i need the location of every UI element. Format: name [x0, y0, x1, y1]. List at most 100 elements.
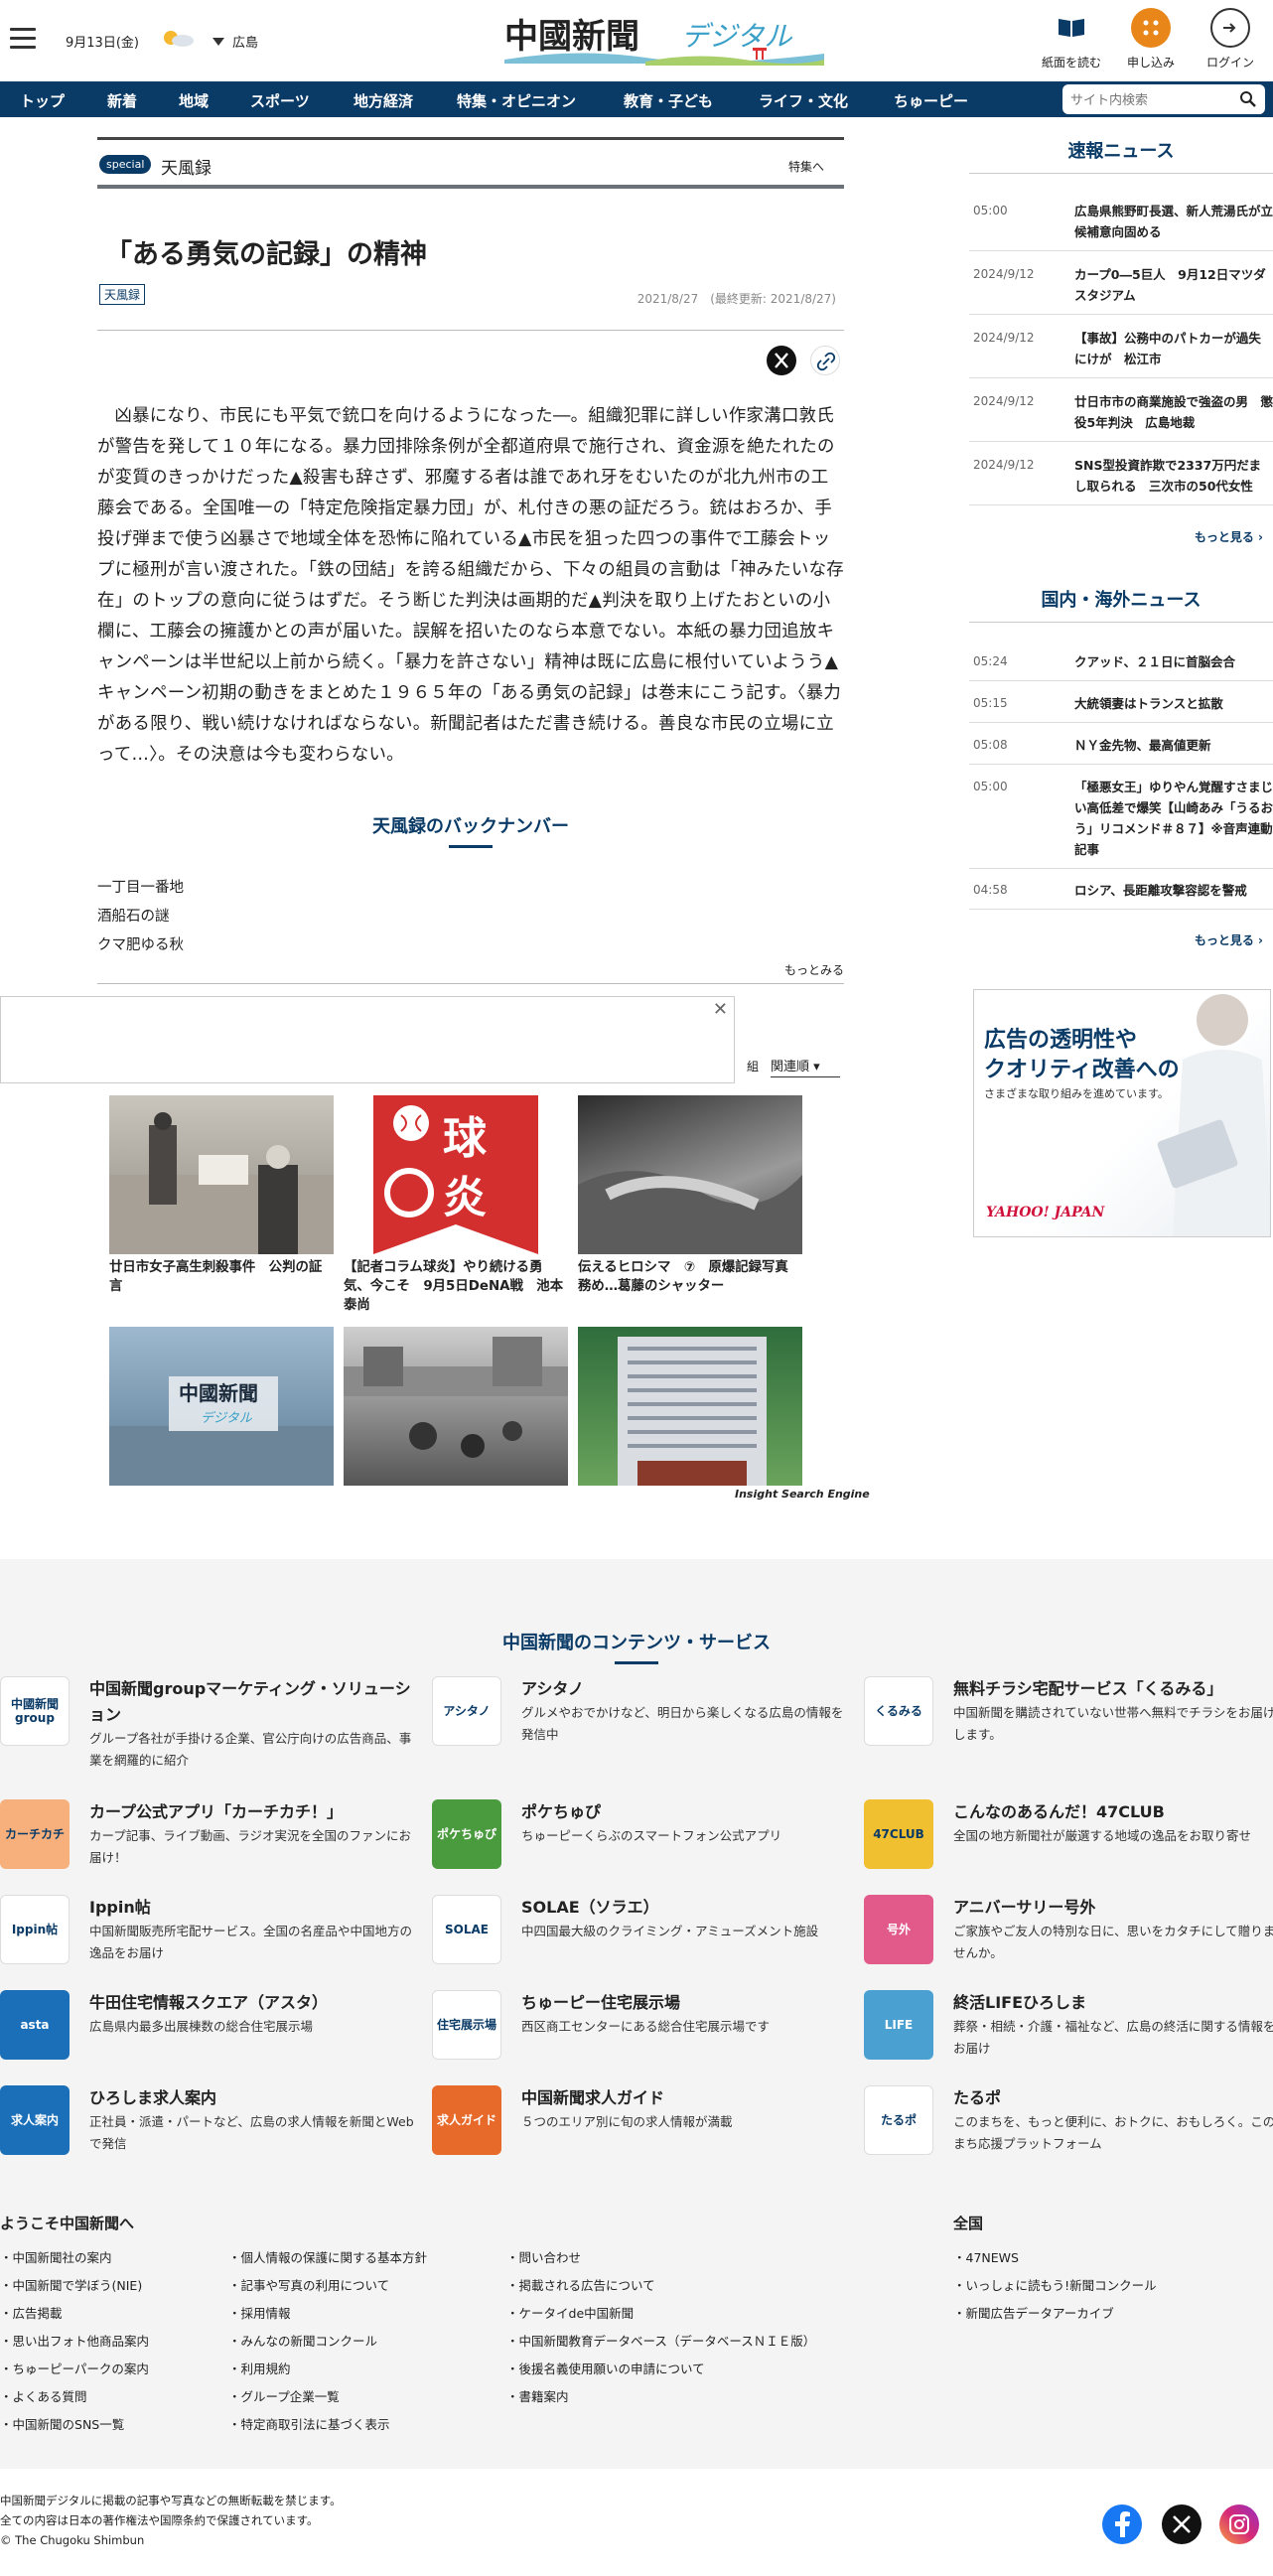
service-item[interactable]: 号外 アニバーサリー号外 ご家族やご友人の特別な日に、思いをカタチにして贈りませんか…: [864, 1895, 1273, 1964]
related-card[interactable]: 中國新聞 デジタル: [109, 1327, 334, 1490]
news-item[interactable]: 05:00 広島県熊野町長選、新人荒湯氏が立候補意向固める: [969, 201, 1273, 251]
menu-icon[interactable]: [10, 28, 36, 50]
breaking-more-link[interactable]: もっと見る ›: [1195, 528, 1263, 545]
footer-link[interactable]: 新聞広告データアーカイブ: [953, 2300, 1157, 2328]
sort-select[interactable]: 関連順 ▾: [771, 1056, 840, 1077]
footer-link[interactable]: 利用規約: [228, 2356, 427, 2383]
footer-link[interactable]: いっしょに読もう!新聞コンクール: [953, 2272, 1157, 2300]
related-card[interactable]: 伝えるヒロシマ ⑦ 原爆記録写真 務め…葛藤のシャッター: [578, 1095, 802, 1296]
world-more-link[interactable]: もっと見る ›: [1195, 931, 1263, 948]
x-icon[interactable]: [1162, 2504, 1202, 2544]
news-item[interactable]: 2024/9/12 SNS型投資詐欺で2337万円だまし取られる 三次市の50代女…: [969, 455, 1273, 505]
footer-link[interactable]: 中国新聞で学ぼう(NIE): [0, 2272, 149, 2300]
search-input[interactable]: [1070, 89, 1229, 109]
backnumber-item[interactable]: 一丁目一番地: [97, 874, 184, 903]
service-item[interactable]: カーチカチ カープ公式アプリ「カーチカチ！」 カープ記事、ライブ動画、ラジオ実況を全…: [0, 1799, 417, 1869]
global-nav: トップ 新着 地域 スポーツ 地方経済 特集・オピニオン 教育・子ども ライフ・…: [0, 81, 1273, 117]
footer-link[interactable]: 書籍案内: [506, 2383, 815, 2411]
footer-link[interactable]: 後援名義使用願いの申請について: [506, 2356, 815, 2383]
footer-link[interactable]: 特定商取引法に基づく表示: [228, 2411, 427, 2439]
backnumber-item[interactable]: クマ肥ゆる秋: [97, 931, 184, 960]
backnumber-item[interactable]: 酒船石の謎: [97, 903, 184, 931]
nav-top[interactable]: トップ: [20, 90, 65, 111]
footer-link[interactable]: 記事や写真の利用について: [228, 2272, 427, 2300]
footer-link[interactable]: よくある質問: [0, 2383, 149, 2411]
news-item[interactable]: 05:24 クアッド、２１日に首脳会合: [969, 651, 1273, 681]
related-card[interactable]: 球炎 【記者コラム球炎】やり続ける勇気、今こそ 9月5日DeNA戦 池本泰尚: [344, 1095, 568, 1315]
login-button[interactable]: ログイン: [1196, 8, 1265, 71]
footer-link[interactable]: 思い出フォト他商品案内: [0, 2328, 150, 2356]
read-paper-button[interactable]: 紙面を読む: [1037, 8, 1106, 71]
news-item[interactable]: 05:00 「極悪女王」ゆりやん覚醒すさまじい高低差で爆笑【山崎あみ「うるおう」リ…: [969, 777, 1273, 869]
related-card[interactable]: [344, 1327, 568, 1490]
footer-link[interactable]: グループ企業一覧: [228, 2383, 427, 2411]
footer-link[interactable]: 中国新聞のSNS一覧: [0, 2411, 149, 2439]
search-icon[interactable]: [1239, 90, 1257, 108]
footer-link[interactable]: ちゅーピーパークの案内: [0, 2356, 149, 2383]
service-item[interactable]: 中國新聞group 中国新聞groupマーケティング・ソリューション グループ各社が…: [0, 1676, 417, 1772]
footer-link[interactable]: 中国新聞社の案内: [0, 2244, 149, 2272]
nav-economy[interactable]: 地方経済: [354, 90, 413, 111]
footer-link[interactable]: みんなの新聞コンクール: [228, 2328, 427, 2356]
footer-link[interactable]: 47NEWS: [953, 2244, 1157, 2272]
nav-opinion[interactable]: 特集・オピニオン: [457, 90, 576, 111]
footer-link[interactable]: 採用情報: [228, 2300, 427, 2328]
instagram-icon[interactable]: [1219, 2504, 1259, 2544]
nav-life[interactable]: ライフ・文化: [759, 90, 848, 111]
footer-link[interactable]: 問い合わせ: [506, 2244, 815, 2272]
site-logo[interactable]: 中國新聞 デジタル: [496, 8, 834, 70]
footer-link[interactable]: 広告掲載: [0, 2300, 149, 2328]
related-caption: 伝えるヒロシマ ⑦ 原爆記録写真 務め…葛藤のシャッター: [578, 1260, 802, 1294]
national-heading: 全国: [953, 2215, 984, 2232]
news-title: ロシア、長距離攻撃容認を警戒: [1074, 883, 1247, 898]
svg-text:デジタル: デジタル: [201, 1410, 253, 1426]
ad-banner[interactable]: 広告の透明性や クオリティ改善への さまざまな取り組みを進めています。 YAHO…: [973, 989, 1271, 1237]
news-time: 05:00: [973, 204, 1008, 217]
related-card[interactable]: [578, 1327, 802, 1490]
section-link[interactable]: 特集へ: [788, 158, 824, 175]
footer-link[interactable]: 中国新聞教育データベース（データベースＮＩＥ版）: [506, 2328, 816, 2356]
footer-link[interactable]: 掲載される広告について: [506, 2272, 815, 2300]
news-item[interactable]: 05:15 大統領妻はトランスと拡散: [969, 693, 1273, 723]
news-time: 2024/9/12: [973, 331, 1035, 345]
service-item[interactable]: たるポ たるポ このまちを、もっと便利に、おトクに、おもしろく。このまち応援プラット…: [864, 2085, 1273, 2155]
news-item[interactable]: 04:58 ロシア、長距離攻撃容認を警戒: [969, 880, 1273, 910]
news-item[interactable]: 2024/9/12 【事故】公務中のパトカーが過失にけが 松江市: [969, 328, 1273, 378]
footer-link[interactable]: ケータイde中国新聞: [506, 2300, 815, 2328]
service-item[interactable]: LIFE 終活LIFEひろしま 葬祭・相続・介護・福祉など、広島の終活に関する情報を…: [864, 1990, 1273, 2060]
chevron-down-icon: ▾: [813, 1060, 820, 1074]
footer: 中国新聞のコンテンツ・サービス 中國新聞group 中国新聞groupマーケティン…: [0, 1559, 1273, 2469]
service-item[interactable]: 47CLUB こんなのあるんだ！47CLUB 全国の地方新聞社が厳選する地域の逸品を…: [864, 1799, 1273, 1869]
apply-button[interactable]: 申し込み: [1116, 8, 1186, 71]
service-item[interactable]: SOLAE SOLAE（ソラエ） 中四国最大級のクライミング・アミューズメント施設: [432, 1895, 849, 1964]
nav-sports[interactable]: スポーツ: [250, 90, 310, 111]
news-item[interactable]: 2024/9/12 廿日市市の商業施設で強盗の男 懲役5年判決 広島地裁: [969, 391, 1273, 442]
area-selector[interactable]: 広島: [212, 32, 258, 51]
service-item[interactable]: 求人案内 ひろしま求人案内 正社員・派遣・パートなど、広島の求人情報を新聞とWebで…: [0, 2085, 417, 2155]
x-share-button[interactable]: [767, 346, 796, 375]
service-item[interactable]: ポケちゅぴ ポケちゅぴ ちゅーピーくらぶのスマートフォン公式アプリ: [432, 1799, 849, 1869]
nav-chupy[interactable]: ちゅーピー: [894, 90, 968, 111]
service-item[interactable]: 住宅展示場 ちゅーピー住宅展示場 西区商工センターにある総合住宅展示場です: [432, 1990, 849, 2060]
service-item[interactable]: 求人ガイド 中国新聞求人ガイド ５つのエリア別に旬の求人情報が満載: [432, 2085, 849, 2155]
service-item[interactable]: Ippin帖 Ippin帖 中国新聞販売所宅配サービス。全国の名産品や中国地方の逸品…: [0, 1895, 417, 1964]
close-icon[interactable]: ✕: [713, 999, 728, 1020]
service-item[interactable]: くるみる 無料チラシ宅配サービス「くるみる」 中国新聞を購読されていない世帯へ無料で…: [864, 1676, 1273, 1746]
service-item[interactable]: アシタノ アシタノ グルメやおでかけなど、明日から楽しくなる広島の情報を発信中: [432, 1676, 849, 1746]
service-item[interactable]: asta 牛田住宅情報スクエア（アスタ） 広島県内最多出展棟数の総合住宅展示場: [0, 1990, 417, 2060]
service-desc: グルメやおでかけなど、明日から楽しくなる広島の情報を発信中: [521, 1705, 844, 1742]
related-card[interactable]: 廿日市女子高生刺殺事件 公判の証言: [109, 1095, 334, 1296]
nav-region[interactable]: 地域: [179, 90, 209, 111]
service-title: 牛田住宅情報スクエア（アスタ）: [89, 1993, 329, 2012]
copy-link-button[interactable]: [810, 346, 840, 375]
news-item[interactable]: 05:08 ＮＹ金先物、最高値更新: [969, 735, 1273, 765]
nav-new[interactable]: 新着: [107, 90, 137, 111]
world-news-heading: 国内・海外ニュース: [969, 586, 1273, 623]
footer-link[interactable]: 個人情報の保護に関する基本方針: [228, 2244, 428, 2272]
nav-education[interactable]: 教育・子ども: [624, 90, 713, 111]
facebook-icon[interactable]: [1102, 2504, 1142, 2544]
backnumber-more-link[interactable]: もっとみる: [784, 961, 844, 978]
chevron-right-icon: ›: [1258, 933, 1263, 947]
news-item[interactable]: 2024/9/12 カープ0―5巨人 9月12日マツダスタジアム: [969, 264, 1273, 315]
article-tag[interactable]: 天風録: [99, 284, 146, 305]
